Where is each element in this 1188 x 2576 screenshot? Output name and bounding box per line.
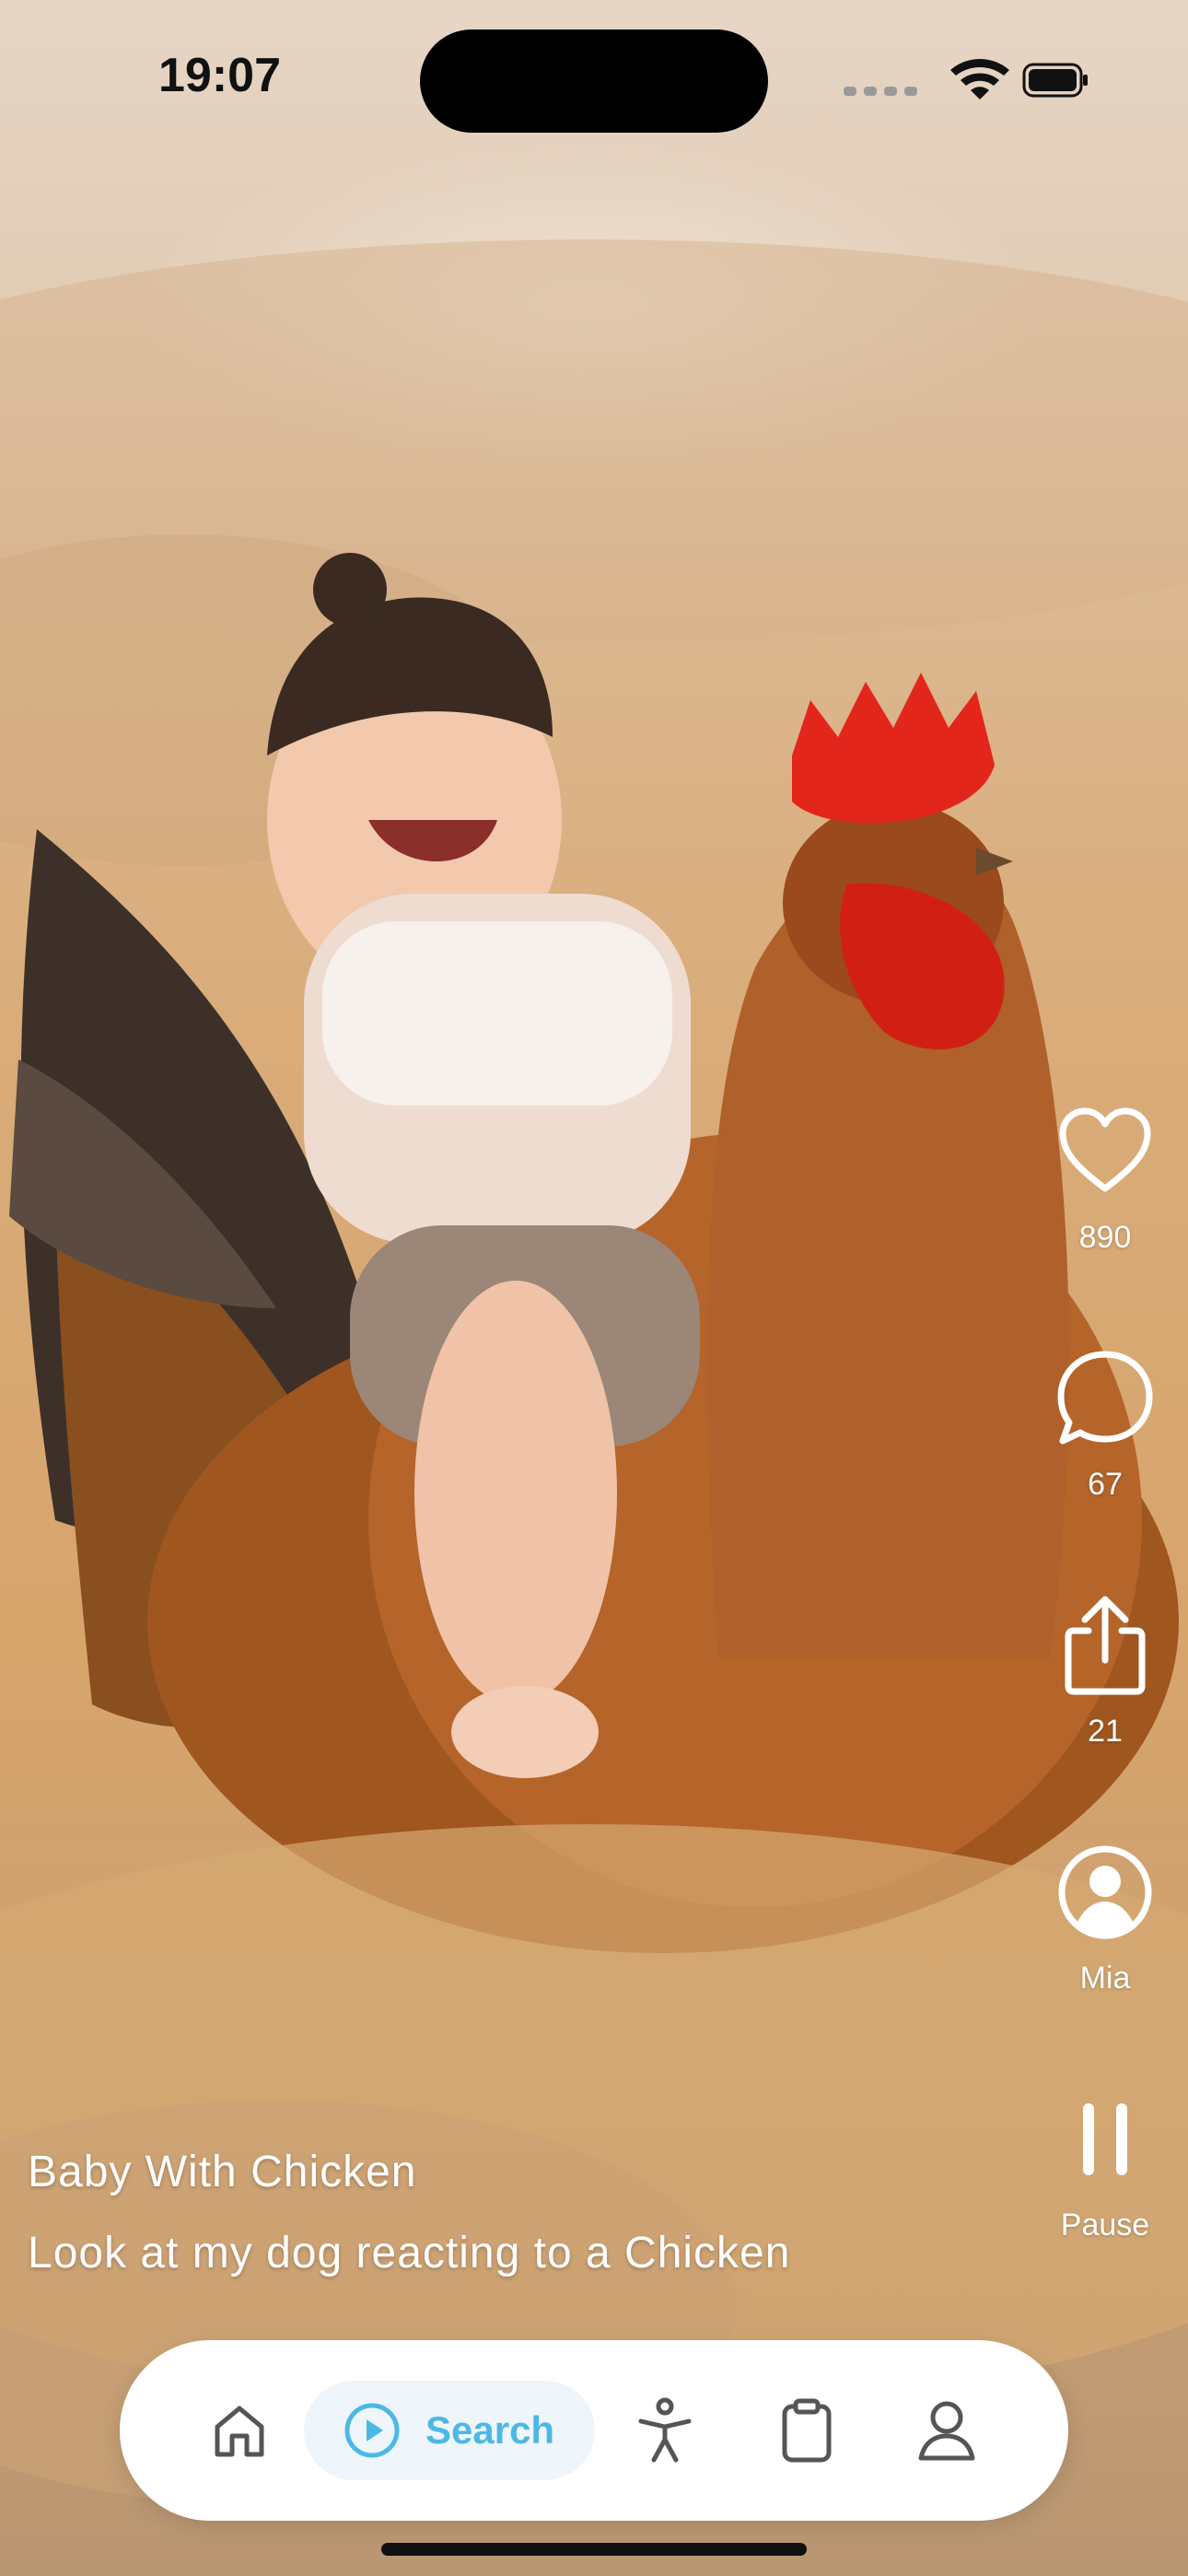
pause-action[interactable]: Pause bbox=[1050, 2084, 1160, 2243]
user-icon bbox=[918, 2401, 975, 2461]
video-description: Look at my dog reacting to a Chicken bbox=[28, 2229, 791, 2277]
battery-icon bbox=[1022, 63, 1088, 98]
pause-icon[interactable] bbox=[1050, 2084, 1160, 2195]
like-count: 890 bbox=[1078, 1220, 1132, 1255]
share-count: 21 bbox=[1088, 1714, 1123, 1749]
tab-profile[interactable] bbox=[901, 2384, 993, 2476]
author-name: Mia bbox=[1079, 1961, 1131, 1996]
tab-search[interactable]: Search bbox=[304, 2381, 595, 2480]
home-indicator[interactable] bbox=[381, 2543, 807, 2556]
dynamic-island bbox=[420, 29, 768, 133]
home-icon bbox=[215, 2406, 264, 2457]
user-circle-icon[interactable] bbox=[1050, 1837, 1160, 1948]
status-icons bbox=[840, 57, 1089, 103]
like-action[interactable]: 890 bbox=[1050, 1096, 1160, 1256]
share-action[interactable]: 21 bbox=[1050, 1590, 1160, 1750]
status-time: 19:07 bbox=[158, 49, 281, 102]
accessibility-icon bbox=[638, 2397, 692, 2463]
play-circle-icon bbox=[344, 2403, 400, 2458]
clipboard-icon bbox=[782, 2398, 832, 2463]
video-title: Baby With Chicken bbox=[28, 2148, 417, 2196]
wifi-icon bbox=[950, 59, 1009, 100]
heart-icon[interactable] bbox=[1050, 1096, 1160, 1207]
tab-clipboard[interactable] bbox=[761, 2384, 853, 2476]
tab-home[interactable] bbox=[193, 2384, 285, 2476]
pause-label: Pause bbox=[1060, 2207, 1150, 2242]
bottom-tab-bar: Search bbox=[120, 2340, 1068, 2521]
tab-search-label: Search bbox=[425, 2408, 555, 2452]
share-icon[interactable] bbox=[1050, 1590, 1160, 1701]
comment-count: 67 bbox=[1088, 1467, 1123, 1502]
tab-accessibility[interactable] bbox=[619, 2384, 711, 2476]
comment-bubble-icon[interactable] bbox=[1050, 1343, 1160, 1454]
comment-action[interactable]: 67 bbox=[1050, 1343, 1160, 1503]
author-action[interactable]: Mia bbox=[1050, 1837, 1160, 1996]
signal-dots-icon bbox=[844, 87, 917, 96]
